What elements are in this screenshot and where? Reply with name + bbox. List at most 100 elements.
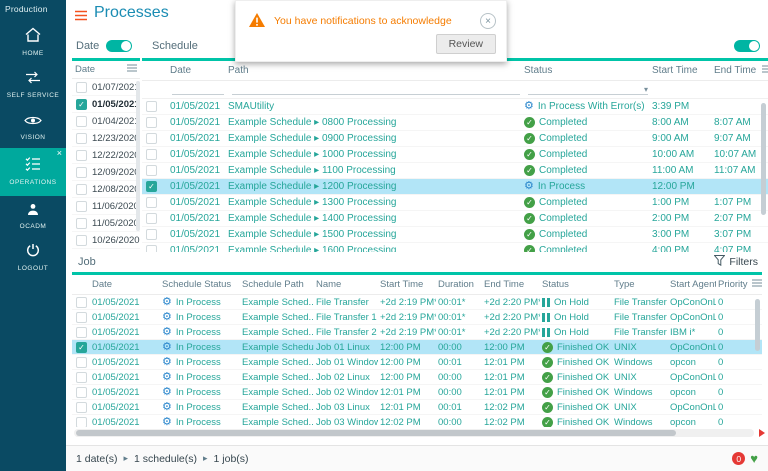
row-checkbox[interactable] (76, 387, 87, 398)
schedule-table: Date Path Status Start Time End Time ▾ 0… (142, 58, 768, 252)
filters-button[interactable]: Filters (714, 255, 758, 269)
sidebar-item-operations[interactable]: × OPERATIONS (0, 148, 66, 196)
page-title: Processes (94, 4, 169, 22)
sidebar-item-user[interactable]: OCADM (0, 200, 66, 234)
date-row[interactable]: 12/08/2020 (72, 181, 140, 198)
job-horizontal-scrollbar-track[interactable] (74, 429, 754, 437)
completed-check-icon: ✓ (542, 357, 553, 368)
row-checkbox[interactable] (146, 117, 157, 128)
sidebar-label: VISION (20, 134, 45, 142)
job-status: ✓Finished OK (540, 357, 612, 368)
row-checkbox[interactable] (76, 167, 87, 178)
row-checkbox[interactable]: ✓ (146, 181, 157, 192)
row-checkbox[interactable]: ✓ (76, 99, 87, 110)
column-menu-icon[interactable] (752, 279, 762, 290)
column-menu-icon[interactable] (127, 64, 137, 75)
job-name: Job 01 Linux (314, 342, 378, 353)
date-row[interactable]: 01/04/2021 (72, 113, 140, 130)
health-heart-icon[interactable]: ♥ (750, 452, 758, 465)
row-checkbox[interactable] (146, 133, 157, 144)
job-duration: 00:01* (436, 327, 482, 338)
date-row[interactable]: 12/23/2020 (72, 130, 140, 147)
row-checkbox[interactable] (146, 165, 157, 176)
row-checkbox[interactable] (146, 229, 157, 240)
job-row[interactable]: 01/05/2021⚙In ProcessExample Sched...Fil… (72, 325, 762, 340)
row-checkbox[interactable] (146, 101, 157, 112)
date-row[interactable]: ✓01/05/2021 (72, 96, 140, 113)
date-toggle[interactable] (106, 40, 132, 52)
row-checkbox[interactable]: ✓ (76, 342, 87, 353)
schedule-row[interactable]: 01/05/2021Example Schedule ▸ 0800 Proces… (142, 115, 768, 131)
row-checkbox[interactable] (76, 402, 87, 413)
schedule-scrollbar[interactable] (761, 103, 766, 215)
row-checkbox[interactable] (146, 245, 157, 252)
sidebar-item-logout[interactable]: LOGOUT (0, 238, 66, 278)
job-row[interactable]: ✓01/05/2021⚙In ProcessExample Schedul...… (72, 340, 762, 355)
row-checkbox[interactable] (76, 357, 87, 368)
date-filter-input[interactable] (172, 84, 224, 95)
job-row[interactable]: 01/05/2021⚙In ProcessExample Sched...Fil… (72, 295, 762, 310)
column-menu-icon[interactable] (762, 65, 768, 76)
date-row[interactable]: 11/06/2020 (72, 198, 140, 215)
schedule-row[interactable]: 01/05/2021Example Schedule ▸ 0900 Proces… (142, 131, 768, 147)
row-checkbox[interactable] (76, 150, 87, 161)
notification-badge[interactable]: 0 (732, 452, 745, 465)
row-checkbox[interactable] (76, 133, 87, 144)
row-checkbox[interactable] (146, 197, 157, 208)
schedule-row[interactable]: 01/05/2021Example Schedule ▸ 1400 Proces… (142, 211, 768, 227)
row-checkbox[interactable] (76, 218, 87, 229)
date-row[interactable]: 10/26/2020 (72, 232, 140, 249)
job-schedule-status: ⚙In Process (160, 342, 240, 353)
row-checkbox[interactable] (76, 297, 87, 308)
row-checkbox[interactable] (146, 213, 157, 224)
schedule-status: ✓Completed (522, 165, 650, 176)
schedule-row[interactable]: 01/05/2021Example Schedule ▸ 1500 Proces… (142, 227, 768, 243)
sidebar-item-home[interactable]: HOME (0, 24, 66, 62)
schedule-row[interactable]: 01/05/2021Example Schedule ▸ 1000 Proces… (142, 147, 768, 163)
row-checkbox[interactable] (146, 149, 157, 160)
completed-check-icon: ✓ (524, 149, 535, 160)
status-filter-dropdown[interactable]: ▾ (528, 84, 648, 95)
date-row[interactable]: 11/05/2020 (72, 215, 140, 232)
menu-hamburger-icon[interactable] (74, 8, 88, 26)
job-vertical-scrollbar[interactable] (755, 299, 760, 351)
row-checkbox[interactable] (76, 327, 87, 338)
job-row[interactable]: 01/05/2021⚙In ProcessExample Sched...Job… (72, 415, 762, 427)
row-checkbox[interactable] (76, 372, 87, 383)
schedule-end-time: 9:07 AM (712, 133, 762, 144)
schedule-toggle[interactable] (734, 40, 760, 52)
date-column-header: Date (75, 64, 95, 75)
schedule-row[interactable]: 01/05/2021Example Schedule ▸ 1300 Proces… (142, 195, 768, 211)
sidebar-item-self-service[interactable]: SELF SERVICE (0, 66, 66, 106)
date-scrollbar[interactable] (136, 81, 140, 231)
close-icon[interactable]: × (57, 149, 62, 158)
path-filter-input[interactable] (232, 84, 520, 95)
job-row[interactable]: 01/05/2021⚙In ProcessExample Sched...Fil… (72, 310, 762, 325)
job-row[interactable]: 01/05/2021⚙In ProcessExample Sched...Job… (72, 355, 762, 370)
review-button[interactable]: Review (436, 34, 496, 54)
toast-close-icon[interactable]: × (480, 13, 496, 29)
sidebar-item-vision[interactable]: VISION (0, 110, 66, 146)
schedule-row[interactable]: 01/05/2021Example Schedule ▸ 1100 Proces… (142, 163, 768, 179)
schedule-row[interactable]: ✓01/05/2021Example Schedule ▸ 1200 Proce… (142, 179, 768, 195)
date-row[interactable]: 12/09/2020 (72, 164, 140, 181)
date-row[interactable]: 01/07/2021 (72, 79, 140, 96)
schedule-row[interactable]: 01/05/2021Example Schedule ▸ 1600 Proces… (142, 243, 768, 252)
date-row[interactable]: 12/22/2020 (72, 147, 140, 164)
row-checkbox[interactable] (76, 82, 87, 93)
row-checkbox[interactable] (76, 312, 87, 323)
job-row[interactable]: 01/05/2021⚙In ProcessExample Sched...Job… (72, 400, 762, 415)
row-checkbox[interactable] (76, 235, 87, 246)
job-row[interactable]: 01/05/2021⚙In ProcessExample Sched...Job… (72, 385, 762, 400)
row-checkbox[interactable] (76, 201, 87, 212)
sidebar-label: OPERATIONS (9, 179, 56, 187)
row-checkbox[interactable] (76, 417, 87, 428)
job-horizontal-scrollbar-thumb[interactable] (76, 430, 676, 436)
job-row[interactable]: 01/05/2021⚙In ProcessExample Sched...Job… (72, 370, 762, 385)
job-start-time: +2d 2:19 PM* (378, 297, 436, 308)
row-checkbox[interactable] (76, 184, 87, 195)
row-checkbox[interactable] (76, 116, 87, 127)
schedule-row[interactable]: 01/05/2021SMAUtility⚙In Process With Err… (142, 99, 768, 115)
schedule-path: Example Schedule ▸ 0900 Processing (226, 133, 522, 144)
logout-power-icon (26, 243, 40, 262)
